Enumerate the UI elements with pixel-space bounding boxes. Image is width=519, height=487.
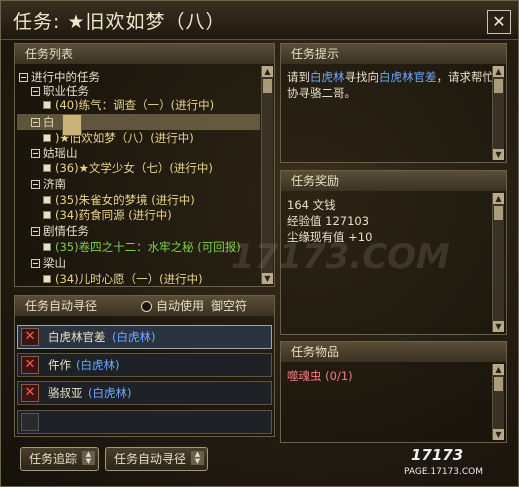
auto-path-button[interactable]: 任务自动寻径 ▲ ▼ [105,447,208,471]
task-reward-header: 任务奖励 [281,171,506,191]
scroll-up-icon[interactable]: ▲ [493,364,504,375]
auto-path-row[interactable]: ✕ 骆叔亚 (白虎林) [17,381,272,405]
watermark-logo: 17173 [411,446,464,464]
collapse-icon[interactable] [31,149,40,158]
bullet-icon [43,164,51,172]
task-item-row[interactable]: (34)药食同源 (进行中) [15,207,258,223]
task-group-row[interactable]: 梁山 [15,255,258,271]
collapse-icon[interactable] [31,87,40,96]
crossed-swords-icon: ✕ [21,356,39,374]
auto-path-row[interactable]: ✕ 仵作 (白虎林) [17,353,272,377]
bullet-icon [43,211,51,219]
empty-slot-icon [21,413,39,431]
task-tree-label: 济南 [43,177,66,191]
task-item-row[interactable]: )★旧欢如梦（八）(进行中) [15,130,258,146]
task-tree-label: (35)朱雀女的梦境 (进行中) [55,193,195,207]
watermark-site: PAGE.17173.COM [404,467,483,477]
npc-name: 骆叔亚 [48,386,83,400]
task-group-row[interactable]: 济南 [15,176,258,192]
task-tree-label: (34)药食同源 (进行中) [55,208,172,222]
npc-location-link[interactable]: (白虎林) [76,357,119,373]
task-tree-label: (34)儿时心愿（一）(进行中) [55,272,203,286]
window-title: 任务: ★旧欢如梦（八） [13,11,226,33]
crossed-swords-icon: ✕ [21,328,39,346]
task-item-row[interactable]: (35)卷四之十二：水牢之秘 (可回报) [15,239,258,255]
items-scrollbar[interactable]: ▲ ▼ [492,364,504,440]
task-tree-label: 姑瑶山 [43,146,78,160]
hint-line-1: 请到白虎林寻找向白虎林官差，请求帮忙 [287,69,494,85]
title-bar[interactable]: 任务: ★旧欢如梦（八） ✕ [1,1,518,40]
fly-charm-label: 御空符 [211,299,248,313]
task-list-header: 任务列表 [15,44,274,64]
task-tree-label: 梁山 [43,256,66,270]
scroll-up-icon[interactable]: ▲ [262,66,273,77]
bullet-icon [43,275,51,283]
task-item-line: 噬魂虫 (0/1) [287,369,353,383]
scroll-thumb[interactable] [494,377,503,391]
auto-path-header: 任务自动寻径 [25,299,98,313]
auto-path-row[interactable]: ✕ 白虎林官差 (白虎林) [17,325,272,349]
task-hint-panel: 任务提示 请到白虎林寻找向白虎林官差，请求帮忙 协寻骆二哥。 ▲ ▼ [280,43,507,163]
auto-use-label: 自动使用 [156,299,205,313]
task-items-panel: 任务物品 噬魂虫 (0/1) ▲ ▼ [280,341,507,443]
collapse-icon[interactable] [31,227,40,236]
scroll-thumb[interactable] [494,79,503,93]
scroll-up-icon[interactable]: ▲ [493,193,504,204]
bullet-icon [43,196,51,204]
task-item-row[interactable]: (35)朱雀女的梦境 (进行中) [15,192,258,208]
task-item-row[interactable]: (36)★文学少女（七）(进行中) [15,160,258,176]
bullet-icon [43,243,51,251]
task-hint-header: 任务提示 [281,44,506,64]
watermark-text: 17173.COM [231,237,450,277]
task-items-header: 任务物品 [281,342,506,362]
scroll-thumb[interactable] [494,206,503,220]
cursor-icon [62,114,82,136]
npc-location-link[interactable]: (白虎林) [88,385,131,401]
task-track-label: 任务追踪 [29,452,78,466]
task-group-row[interactable]: 姑瑶山 [15,145,258,161]
crossed-swords-icon: ✕ [21,384,39,402]
auto-path-header-bar: 任务自动寻径 自动使用 御空符 [15,296,274,316]
close-button[interactable]: ✕ [487,10,511,34]
reward-scrollbar[interactable]: ▲ ▼ [492,193,504,332]
spinner-icon: ▲ ▼ [191,451,204,465]
collapse-icon[interactable] [31,259,40,268]
reward-money: 164 文钱 [287,198,336,212]
npc-name: 仵作 [48,358,71,372]
npc-location-link[interactable]: (白虎林) [112,329,155,345]
task-item-row[interactable]: (34)儿时心愿（一）(进行中) [15,271,258,287]
auto-path-empty-row [17,410,272,434]
task-tree-label: (35)卷四之十二：水牢之秘 (可回报) [55,240,241,254]
collapse-icon[interactable] [31,180,40,189]
hint-text-mid: 寻找向 [344,70,380,84]
hint-text-post: ，请求帮忙 [436,70,495,84]
scroll-down-icon[interactable]: ▼ [493,429,504,440]
hint-link-place[interactable]: 白虎林 [310,70,345,84]
npc-name: 白虎林官差 [48,330,106,344]
auto-path-panel: 任务自动寻径 自动使用 御空符 ✕ 白虎林官差 (白虎林) ✕ 仵作 (白虎林) ✕ 骆叔亚 (… [14,295,275,437]
bullet-icon [43,134,51,142]
bullet-icon [43,101,51,109]
scroll-down-icon[interactable]: ▼ [493,149,504,160]
task-tree-label: (40)练气：调查（一）(进行中) [55,98,215,112]
hint-line-2: 协寻骆二哥。 [287,86,356,100]
task-selected-highlight [17,114,260,130]
task-tree-label: (36)★文学少女（七）(进行中) [55,161,213,175]
scroll-up-icon[interactable]: ▲ [493,66,504,77]
reward-exp: 经验值 127103 [287,214,370,228]
task-tree-label: 剧情任务 [43,224,89,238]
scroll-thumb[interactable] [263,79,272,93]
task-track-button[interactable]: 任务追踪 ▲ ▼ [20,447,99,471]
hint-scrollbar[interactable]: ▲ ▼ [492,66,504,160]
task-item-row[interactable]: (40)练气：调查（一）(进行中) [15,97,258,113]
collapse-icon[interactable] [19,73,28,82]
spinner-icon: ▲ ▼ [82,451,95,465]
auto-path-button-label: 任务自动寻径 [114,452,187,466]
scroll-down-icon[interactable]: ▼ [493,321,504,332]
auto-use-checkbox[interactable] [141,301,152,312]
hint-text-pre: 请到 [287,70,310,84]
hint-link-npc[interactable]: 白虎林官差 [379,70,437,84]
task-group-row[interactable]: 剧情任务 [15,223,258,239]
task-window: 任务: ★旧欢如梦（八） ✕ 任务列表 进行中的任务 职业任务 (40)练气：调查（… [0,0,519,487]
